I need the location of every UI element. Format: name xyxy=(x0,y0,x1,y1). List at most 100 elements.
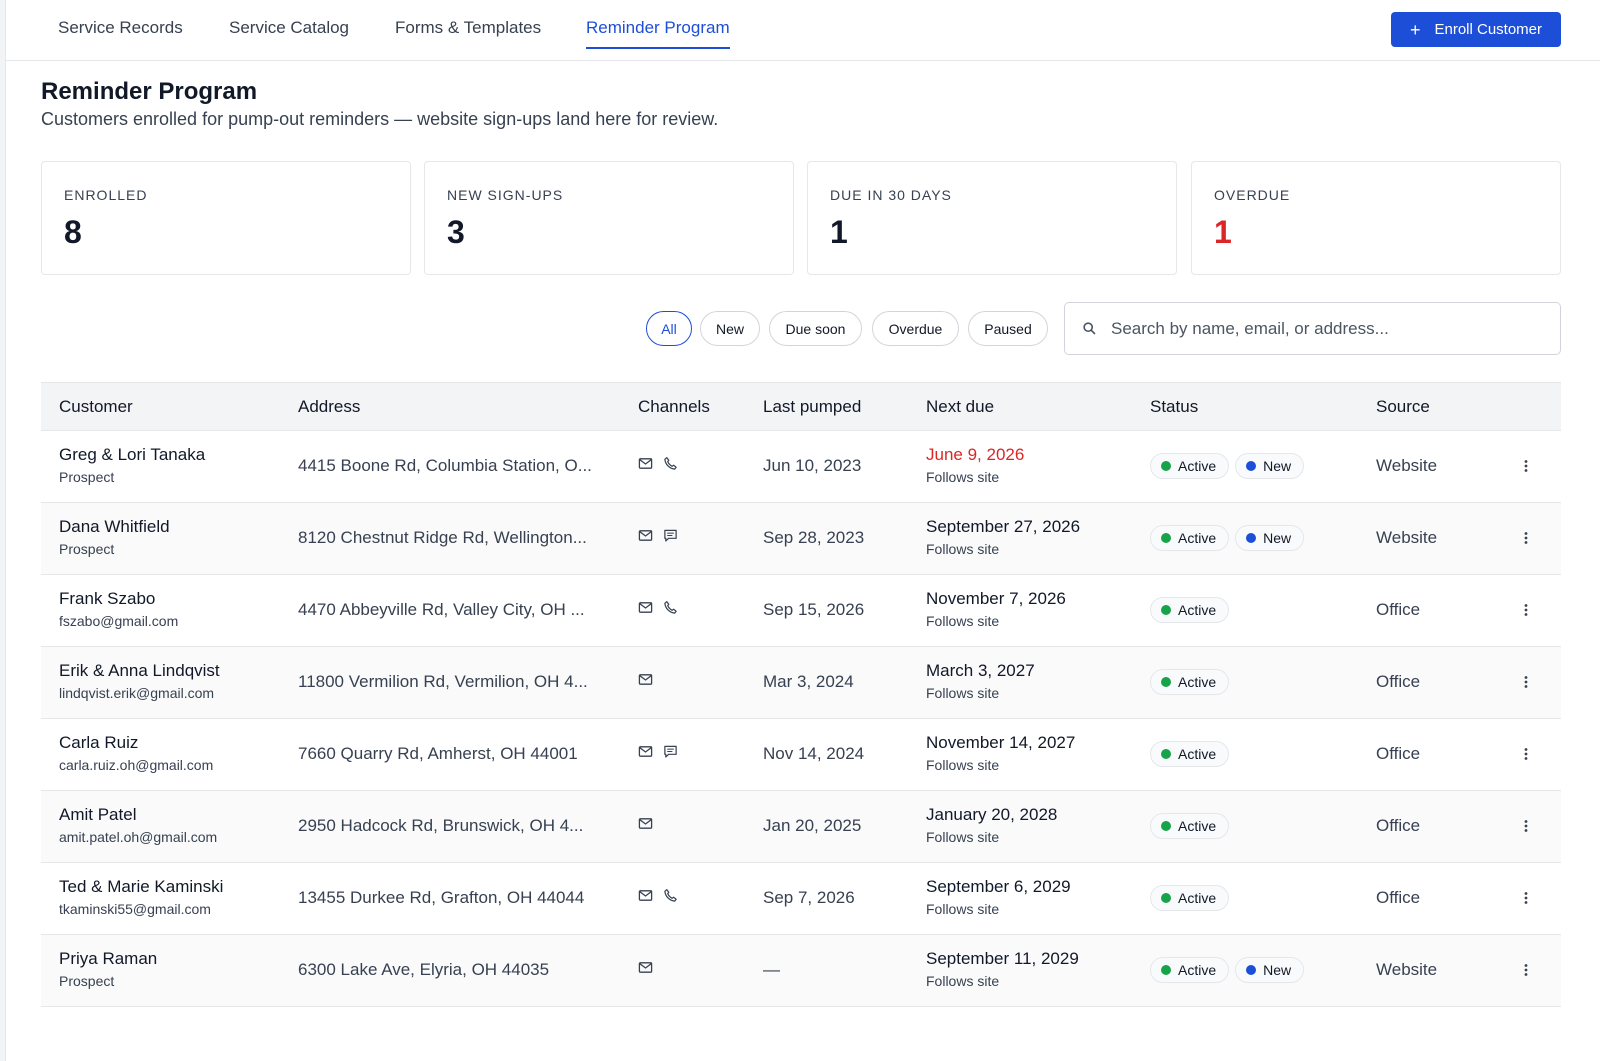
row-menu-button[interactable] xyxy=(1517,600,1535,620)
next-due-date: November 14, 2027 xyxy=(926,733,1076,752)
customer-subtext: lindqvist.erik@gmail.com xyxy=(59,685,215,701)
table-row[interactable]: Greg & Lori Tanaka Prospect 4415 Boone Rd,… xyxy=(41,431,1561,503)
customer-address: 7660 Quarry Rd, Amherst, OH 44001 xyxy=(298,744,578,763)
column-header-customer[interactable]: Customer xyxy=(59,397,133,417)
channel-icons xyxy=(638,672,653,687)
status-badges: Active xyxy=(1150,813,1230,839)
customer-address: 13455 Durkee Rd, Grafton, OH 44044 xyxy=(298,888,585,907)
mail-icon xyxy=(638,458,653,469)
source: Website xyxy=(1376,456,1438,475)
mail-icon xyxy=(638,962,653,973)
phone-icon xyxy=(664,889,677,902)
tab-service-catalog[interactable]: Service Catalog xyxy=(229,18,349,49)
customer-name[interactable]: Priya Raman xyxy=(59,949,157,969)
phone-icon xyxy=(664,601,677,614)
status-badge-new: New xyxy=(1235,957,1305,983)
table-row[interactable]: Priya Raman Prospect 6300 Lake Ave, Elyria… xyxy=(41,935,1561,1007)
column-header-status[interactable]: Status xyxy=(1150,397,1198,417)
stat-value: 1 xyxy=(1214,214,1232,250)
status-badge-active: Active xyxy=(1150,525,1230,551)
row-menu-button[interactable] xyxy=(1517,672,1535,692)
tab-reminder-program[interactable]: Reminder Program xyxy=(586,18,730,49)
customer-subtext: Prospect xyxy=(59,541,115,557)
row-menu-button[interactable] xyxy=(1517,528,1535,548)
customer-address: 4470 Abbeyville Rd, Valley City, OH ... xyxy=(298,600,585,619)
mail-icon xyxy=(638,602,653,613)
column-header-channels[interactable]: Channels xyxy=(638,397,710,417)
customer-subtext: amit.patel.oh@gmail.com xyxy=(59,829,218,845)
more-vertical-icon xyxy=(1524,748,1528,760)
more-vertical-icon xyxy=(1524,820,1528,832)
customer-subtext: tkaminski55@gmail.com xyxy=(59,901,211,917)
table-row[interactable]: Ted & Marie Kaminski tkaminski55@gmail.co… xyxy=(41,863,1561,935)
column-header-address[interactable]: Address xyxy=(298,397,360,417)
table-row[interactable]: Erik & Anna Lindqvist lindqvist.erik@gmai… xyxy=(41,647,1561,719)
search-icon xyxy=(1083,322,1096,335)
last-pumped: Sep 7, 2026 xyxy=(763,888,855,907)
row-menu-button[interactable] xyxy=(1517,816,1535,836)
customer-name[interactable]: Dana Whitfield xyxy=(59,517,170,537)
source: Website xyxy=(1376,960,1438,979)
table-row[interactable]: Dana Whitfield Prospect 8120 Chestnut Ridg… xyxy=(41,503,1561,575)
column-header-next-due[interactable]: Next due xyxy=(926,397,994,417)
filter-chip-new[interactable]: New xyxy=(700,311,760,346)
status-label: Active xyxy=(1178,890,1217,906)
status-dot xyxy=(1161,605,1171,615)
customer-name[interactable]: Greg & Lori Tanaka xyxy=(59,445,205,465)
next-due-date: September 27, 2026 xyxy=(926,517,1081,536)
stat-value: 3 xyxy=(447,214,465,250)
status-badges: Active New xyxy=(1150,957,1305,983)
row-menu-button[interactable] xyxy=(1517,960,1535,980)
status-badge-active: Active xyxy=(1150,597,1230,623)
table-row[interactable]: Frank Szabo fszabo@gmail.com 4470 Abbeyvil… xyxy=(41,575,1561,647)
stat-card-due-30-days: DUE IN 30 DAYS 1 xyxy=(807,161,1177,275)
more-vertical-icon xyxy=(1524,676,1528,688)
filter-chip-overdue[interactable]: Overdue xyxy=(872,311,959,346)
column-header-last-pumped[interactable]: Last pumped xyxy=(763,397,861,417)
next-due-date: June 9, 2026 xyxy=(926,445,1025,464)
channel-icons xyxy=(638,816,653,831)
status-dot xyxy=(1161,893,1171,903)
page-subtitle: Customers enrolled for pump-out reminder… xyxy=(41,109,719,129)
more-vertical-icon xyxy=(1524,532,1528,544)
last-pumped: Jun 10, 2023 xyxy=(763,456,862,475)
status-dot xyxy=(1161,965,1171,975)
tab-forms-templates[interactable]: Forms & Templates xyxy=(395,18,541,49)
enroll-customer-button[interactable]: + Enroll Customer xyxy=(1391,12,1561,47)
filter-chip-paused[interactable]: Paused xyxy=(968,311,1048,346)
row-menu-button[interactable] xyxy=(1517,456,1535,476)
next-due-note: Follows site xyxy=(926,757,1000,773)
table-row[interactable]: Carla Ruiz carla.ruiz.oh@gmail.com 7660 Qu… xyxy=(41,719,1561,791)
row-menu-button[interactable] xyxy=(1517,888,1535,908)
column-header-source[interactable]: Source xyxy=(1376,397,1430,417)
status-badges: Active xyxy=(1150,741,1230,767)
stat-label: ENROLLED xyxy=(64,187,148,203)
status-badge-active: Active xyxy=(1150,957,1230,983)
status-badge-active: Active xyxy=(1150,813,1230,839)
stat-label: NEW SIGN-UPS xyxy=(447,187,564,203)
customer-name[interactable]: Carla Ruiz xyxy=(59,733,138,753)
filter-chip-due-soon[interactable]: Due soon xyxy=(769,311,862,346)
customer-name[interactable]: Erik & Anna Lindqvist xyxy=(59,661,220,681)
customer-name[interactable]: Ted & Marie Kaminski xyxy=(59,877,223,897)
filter-chip-all[interactable]: All xyxy=(646,311,692,346)
more-vertical-icon xyxy=(1524,892,1528,904)
tab-service-records[interactable]: Service Records xyxy=(58,18,183,49)
status-dot xyxy=(1161,533,1171,543)
phone-icon xyxy=(664,457,677,470)
stat-label: OVERDUE xyxy=(1214,187,1291,203)
next-due-note: Follows site xyxy=(926,685,1000,701)
source: Office xyxy=(1376,816,1421,835)
last-pumped: Jan 20, 2025 xyxy=(763,816,862,835)
status-label: Active xyxy=(1178,818,1217,834)
source: Website xyxy=(1376,528,1438,547)
status-badge-new: New xyxy=(1235,453,1305,479)
customer-address: 2950 Hadcock Rd, Brunswick, OH 4... xyxy=(298,816,584,835)
row-menu-button[interactable] xyxy=(1517,744,1535,764)
table-row[interactable]: Amit Patel amit.patel.oh@gmail.com 2950 Ha… xyxy=(41,791,1561,863)
search-input[interactable] xyxy=(1111,317,1541,341)
status-label: New xyxy=(1263,458,1292,474)
customer-name[interactable]: Amit Patel xyxy=(59,805,136,825)
more-vertical-icon xyxy=(1524,604,1528,616)
customer-name[interactable]: Frank Szabo xyxy=(59,589,155,609)
